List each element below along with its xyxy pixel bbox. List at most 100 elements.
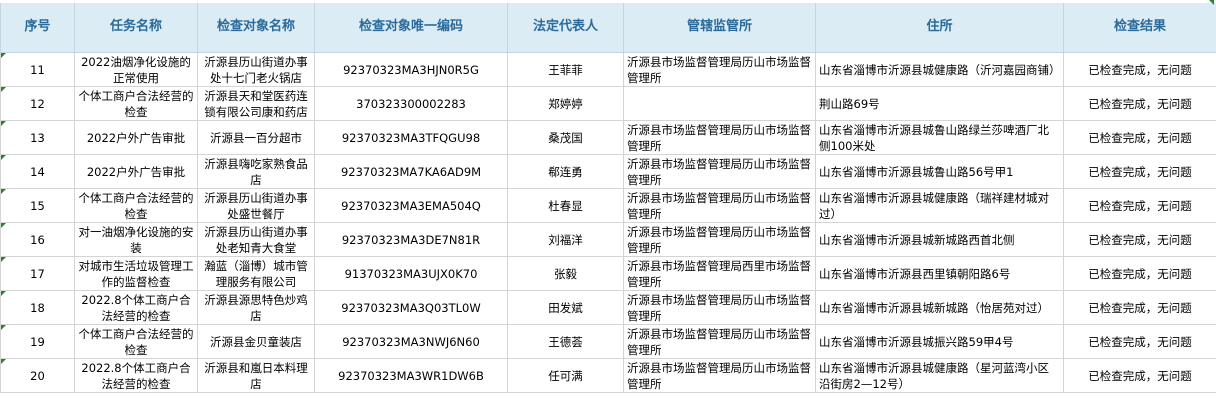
table-row: 15 个体工商户合法经营的检查 沂源县历山街道办事处盛世餐厅 92370323MA3E… [0, 188, 1216, 223]
cell-address[interactable]: 山东省淄博市沂源县城健康路（瑞祥建材城对过） [815, 188, 1064, 223]
cell-authority[interactable]: 沂源县市场监督管理局历山市场监督管理所 [623, 52, 816, 87]
cell-seq[interactable]: 18 [0, 290, 75, 325]
cell-target-name[interactable]: 沂源县历山街道办事处十七门老火锅店 [197, 52, 315, 87]
cell-authority[interactable]: 沂源县市场监督管理局历山市场监督管理所 [623, 120, 816, 155]
cell-result[interactable]: 已检查完成，无问题 [1063, 120, 1216, 155]
cell-target-code[interactable]: 92370323MA3Q03TL0W [314, 290, 508, 325]
header-row: 序号 任务名称 检查对象名称 检查对象唯一编码 法定代表人 管辖监管所 住所 检… [0, 0, 1216, 53]
cell-seq[interactable]: 12 [0, 86, 75, 121]
cell-task[interactable]: 个体工商户合法经营的检查 [74, 324, 198, 359]
header-task[interactable]: 任务名称 [74, 0, 198, 53]
cell-task[interactable]: 2022油烟净化设施的正常使用 [74, 52, 198, 87]
table-row: 17 对城市生活垃圾管理工作的监督检查 瀚蓝（淄博）城市管理服务有限公司 913703… [0, 256, 1216, 291]
header-authority[interactable]: 管辖监管所 [623, 0, 816, 53]
cell-address[interactable]: 山东省淄博市沂源县城新城路西首北侧 [815, 222, 1064, 257]
cell-legal-rep[interactable]: 张毅 [507, 256, 624, 291]
cell-legal-rep[interactable]: 王德荟 [507, 324, 624, 359]
cell-task[interactable]: 2022户外广告审批 [74, 154, 198, 189]
cell-address[interactable]: 山东省淄博市沂源县城振兴路59甲4号 [815, 324, 1064, 359]
table-row: 13 2022户外广告审批 沂源县一百分超市 92370323MA3TFQGU98 桑茂… [0, 120, 1216, 155]
cell-result[interactable]: 已检查完成，无问题 [1063, 222, 1216, 257]
cell-authority[interactable]: 沂源县市场监督管理局历山市场监督管理所 [623, 188, 816, 223]
cell-seq[interactable]: 17 [0, 256, 75, 291]
cell-target-name[interactable]: 沂源县和嵐日本料理店 [197, 358, 315, 393]
cell-address[interactable]: 山东省淄博市沂源县城健康路（星河蓝湾小区沿街房2—12号） [815, 358, 1064, 393]
cell-authority[interactable]: 沂源县市场监督管理局历山市场监督管理所 [623, 324, 816, 359]
cell-target-code[interactable]: 92370323MA3EMA504Q [314, 188, 508, 223]
cell-authority[interactable]: 沂源县市场监督管理局历山市场监督管理所 [623, 290, 816, 325]
table-row: 12 个体工商户合法经营的检查 沂源县天和堂医药连锁有限公司康和药店 37032330… [0, 86, 1216, 121]
top-edge-strip [0, 0, 1216, 3]
cell-address[interactable]: 荆山路69号 [815, 86, 1064, 121]
cell-authority[interactable]: 沂源县市场监督管理局历山市场监督管理所 [623, 222, 816, 257]
cell-legal-rep[interactable]: 杜春显 [507, 188, 624, 223]
cell-target-name[interactable]: 沂源县金贝童装店 [197, 324, 315, 359]
cell-target-code[interactable]: 92370323MA7KA6AD9M [314, 154, 508, 189]
cell-target-code[interactable]: 91370323MA3UJX0K70 [314, 256, 508, 291]
cell-legal-rep[interactable]: 郑婷婷 [507, 86, 624, 121]
cell-authority[interactable] [623, 86, 816, 121]
table-header: 序号 任务名称 检查对象名称 检查对象唯一编码 法定代表人 管辖监管所 住所 检… [0, 0, 1216, 53]
cell-result[interactable]: 已检查完成，无问题 [1063, 188, 1216, 223]
cell-authority[interactable]: 沂源县市场监督管理局西里市场监督管理所 [623, 256, 816, 291]
cell-legal-rep[interactable]: 王菲菲 [507, 52, 624, 87]
cell-result[interactable]: 已检查完成，无问题 [1063, 256, 1216, 291]
cell-seq[interactable]: 11 [0, 52, 75, 87]
cell-target-code[interactable]: 370323300002283 [314, 86, 508, 121]
cell-task[interactable]: 对一油烟净化设施的安装 [74, 222, 198, 257]
cell-result[interactable]: 已检查完成，无问题 [1063, 358, 1216, 393]
cell-target-name[interactable]: 沂源县历山街道办事处老知青大食堂 [197, 222, 315, 257]
header-address[interactable]: 住所 [815, 0, 1064, 53]
cell-result[interactable]: 已检查完成，无问题 [1063, 324, 1216, 359]
cell-legal-rep[interactable]: 刘福洋 [507, 222, 624, 257]
header-target-code[interactable]: 检查对象唯一编码 [314, 0, 508, 53]
cell-authority[interactable]: 沂源县市场监督管理局历山市场监督管理所 [623, 154, 816, 189]
inspection-table: 序号 任务名称 检查对象名称 检查对象唯一编码 法定代表人 管辖监管所 住所 检… [0, 0, 1216, 393]
cell-result[interactable]: 已检查完成，无问题 [1063, 154, 1216, 189]
cell-result[interactable]: 已检查完成，无问题 [1063, 290, 1216, 325]
table-row: 19 个体工商户合法经营的检查 沂源县金贝童装店 92370323MA3NWJ6N60… [0, 324, 1216, 359]
header-result[interactable]: 检查结果 [1063, 0, 1216, 53]
cell-target-code[interactable]: 92370323MA3HJN0R5G [314, 52, 508, 87]
cell-legal-rep[interactable]: 田发斌 [507, 290, 624, 325]
cell-address[interactable]: 山东省淄博市沂源县西里镇朝阳路6号 [815, 256, 1064, 291]
cell-result[interactable]: 已检查完成，无问题 [1063, 86, 1216, 121]
cell-task[interactable]: 2022户外广告审批 [74, 120, 198, 155]
header-target-name[interactable]: 检查对象名称 [197, 0, 315, 53]
cell-target-name[interactable]: 沂源县嗨吃家熟食品店 [197, 154, 315, 189]
cell-target-code[interactable]: 92370323MA3NWJ6N60 [314, 324, 508, 359]
cell-task[interactable]: 个体工商户合法经营的检查 [74, 86, 198, 121]
table-row: 11 2022油烟净化设施的正常使用 沂源县历山街道办事处十七门老火锅店 923703… [0, 52, 1216, 87]
cell-task[interactable]: 对城市生活垃圾管理工作的监督检查 [74, 256, 198, 291]
cell-address[interactable]: 山东省淄博市沂源县城鲁山路绿兰莎啤酒厂北侧100米处 [815, 120, 1064, 155]
header-legal-rep[interactable]: 法定代表人 [507, 0, 624, 53]
cell-task[interactable]: 2022.8个体工商户合法经营的检查 [74, 358, 198, 393]
cell-target-name[interactable]: 瀚蓝（淄博）城市管理服务有限公司 [197, 256, 315, 291]
cell-task[interactable]: 个体工商户合法经营的检查 [74, 188, 198, 223]
cell-target-name[interactable]: 沂源县历山街道办事处盛世餐厅 [197, 188, 315, 223]
cell-seq[interactable]: 16 [0, 222, 75, 257]
cell-target-name[interactable]: 沂源县源思特色炒鸡店 [197, 290, 315, 325]
table-row: 16 对一油烟净化设施的安装 沂源县历山街道办事处老知青大食堂 92370323MA3… [0, 222, 1216, 257]
cell-legal-rep[interactable]: 郗连勇 [507, 154, 624, 189]
cell-task[interactable]: 2022.8个体工商户合法经营的检查 [74, 290, 198, 325]
cell-legal-rep[interactable]: 桑茂国 [507, 120, 624, 155]
cell-address[interactable]: 山东省淄博市沂源县城新城路（怡居苑对过） [815, 290, 1064, 325]
cell-target-code[interactable]: 92370323MA3WR1DW6B [314, 358, 508, 393]
cell-target-name[interactable]: 沂源县一百分超市 [197, 120, 315, 155]
cell-seq[interactable]: 13 [0, 120, 75, 155]
cell-seq[interactable]: 14 [0, 154, 75, 189]
cell-result[interactable]: 已检查完成，无问题 [1063, 52, 1216, 87]
cell-seq[interactable]: 20 [0, 358, 75, 393]
cell-target-code[interactable]: 92370323MA3TFQGU98 [314, 120, 508, 155]
cell-authority[interactable]: 沂源县市场监督管理局历山市场监督管理所 [623, 358, 816, 393]
cell-address[interactable]: 山东省淄博市沂源县城健康路（沂河嘉园商铺） [815, 52, 1064, 87]
cell-legal-rep[interactable]: 任可满 [507, 358, 624, 393]
cell-target-name[interactable]: 沂源县天和堂医药连锁有限公司康和药店 [197, 86, 315, 121]
cell-target-code[interactable]: 92370323MA3DE7N81R [314, 222, 508, 257]
cell-seq[interactable]: 15 [0, 188, 75, 223]
cell-address[interactable]: 山东省淄博市沂源县城鲁山路56号甲1 [815, 154, 1064, 189]
header-seq[interactable]: 序号 [0, 0, 75, 53]
cell-seq[interactable]: 19 [0, 324, 75, 359]
table-body: 11 2022油烟净化设施的正常使用 沂源县历山街道办事处十七门老火锅店 923703… [0, 52, 1216, 393]
